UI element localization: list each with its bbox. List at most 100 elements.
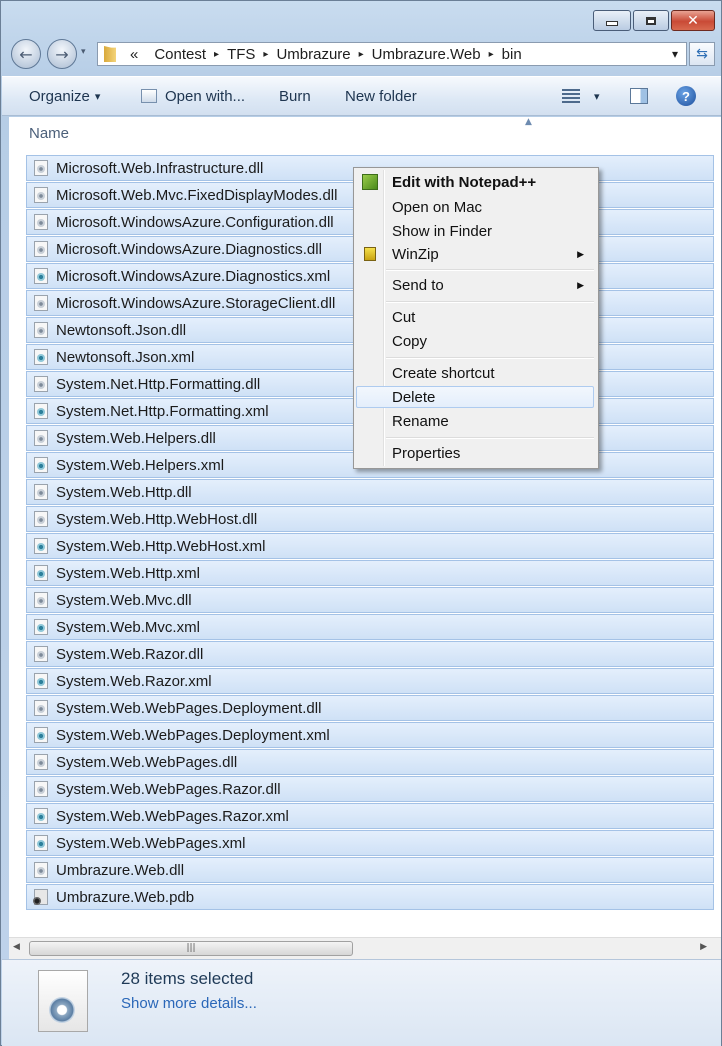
menu-separator: [386, 357, 594, 359]
recent-pages-dropdown[interactable]: ▾: [81, 47, 86, 57]
dll-file-icon: [34, 187, 48, 203]
forward-arrow-icon: →: [55, 44, 69, 64]
file-name: System.Web.WebPages.Razor.xml: [56, 807, 289, 825]
file-row[interactable]: System.Web.WebPages.Deployment.dll: [26, 695, 714, 721]
close-button[interactable]: ✕: [671, 10, 715, 31]
breadcrumb-umbrazure-web[interactable]: Umbrazure.Web: [364, 46, 489, 63]
open-with-button[interactable]: Open with...: [141, 77, 245, 115]
menu-item-properties[interactable]: Properties: [356, 442, 594, 464]
menu-item-send-to[interactable]: Send to ▶: [356, 274, 594, 296]
column-header-name[interactable]: Name: [29, 125, 69, 142]
file-name: System.Web.Mvc.dll: [56, 591, 192, 609]
menu-item-create-shortcut[interactable]: Create shortcut: [356, 362, 594, 384]
file-row[interactable]: System.Web.Mvc.xml: [26, 614, 714, 640]
forward-button[interactable]: →: [47, 39, 77, 69]
preview-pane-button[interactable]: [630, 77, 648, 115]
menu-item-show-in-finder[interactable]: Show in Finder: [356, 220, 594, 242]
file-name: Microsoft.Web.Infrastructure.dll: [56, 159, 264, 177]
file-row[interactable]: Umbrazure.Web.dll: [26, 857, 714, 883]
maximize-button[interactable]: [633, 10, 669, 31]
menu-item-label: Cut: [392, 308, 416, 326]
file-row[interactable]: System.Web.Mvc.dll: [26, 587, 714, 613]
xml-file-icon: [34, 673, 48, 689]
refresh-icon: ⇆: [696, 46, 708, 62]
xml-file-icon: [34, 457, 48, 473]
menu-item-label: Show in Finder: [392, 222, 493, 240]
menu-item-label: Send to: [392, 276, 444, 294]
menu-item-edit-with-notepad[interactable]: Edit with Notepad++: [356, 171, 594, 193]
chevron-down-icon: ▾: [94, 90, 101, 103]
scroll-left-icon[interactable]: ◀: [13, 942, 20, 952]
menu-item-winzip[interactable]: WinZip ▶: [356, 243, 594, 265]
dll-file-icon: [34, 484, 48, 500]
file-name: Microsoft.WindowsAzure.Configuration.dll: [56, 213, 334, 231]
menu-item-label: Properties: [392, 444, 461, 462]
context-menu: Edit with Notepad++ Open on Mac Show in …: [353, 167, 599, 469]
file-name: Newtonsoft.Json.dll: [56, 321, 187, 339]
xml-file-icon: [34, 565, 48, 581]
help-button[interactable]: ?: [676, 77, 696, 115]
file-row[interactable]: System.Web.Http.dll: [26, 479, 714, 505]
file-row[interactable]: System.Web.Razor.dll: [26, 641, 714, 667]
dll-file-icon: [34, 376, 48, 392]
menu-item-label: Create shortcut: [392, 364, 495, 382]
open-with-label: Open with...: [165, 87, 246, 105]
notepad-plus-plus-icon: [362, 174, 378, 190]
file-row[interactable]: System.Web.WebPages.Razor.xml: [26, 803, 714, 829]
sort-indicator-icon: ▲: [525, 117, 532, 127]
file-row[interactable]: System.Web.WebPages.Razor.dll: [26, 776, 714, 802]
menu-item-open-on-mac[interactable]: Open on Mac: [356, 196, 594, 218]
menu-item-cut[interactable]: Cut: [356, 306, 594, 328]
file-row[interactable]: System.Web.Http.xml: [26, 560, 714, 586]
submenu-arrow-icon: ▶: [577, 248, 584, 259]
scroll-right-icon[interactable]: ▶: [700, 942, 707, 952]
new-folder-label: New folder: [345, 87, 417, 105]
menu-item-copy[interactable]: Copy: [356, 330, 594, 352]
file-row[interactable]: System.Web.WebPages.Deployment.xml: [26, 722, 714, 748]
file-name: System.Net.Http.Formatting.xml: [56, 402, 269, 420]
menu-item-label: WinZip: [392, 245, 439, 263]
close-icon: ✕: [687, 12, 699, 29]
file-row[interactable]: System.Web.Http.WebHost.xml: [26, 533, 714, 559]
breadcrumb-umbrazure[interactable]: Umbrazure: [268, 46, 358, 63]
dll-file-icon: [34, 295, 48, 311]
dll-file-icon: [34, 700, 48, 716]
menu-separator: [386, 269, 594, 271]
dll-file-icon: [34, 511, 48, 527]
back-button[interactable]: ←: [11, 39, 41, 69]
dll-file-icon: [34, 430, 48, 446]
breadcrumb-contest[interactable]: Contest: [146, 46, 214, 63]
view-options-dropdown[interactable]: ▾: [594, 77, 600, 115]
address-bar[interactable]: « Contest ▸ TFS ▸ Umbrazure ▸ Umbrazure.…: [97, 42, 687, 66]
file-row[interactable]: System.Web.WebPages.xml: [26, 830, 714, 856]
grip-icon: |||: [186, 943, 196, 953]
dll-file-icon: [34, 862, 48, 878]
file-name: System.Web.Razor.xml: [56, 672, 212, 690]
menu-item-delete[interactable]: Delete: [356, 386, 594, 408]
file-row[interactable]: System.Web.Razor.xml: [26, 668, 714, 694]
file-name: System.Web.Http.WebHost.dll: [56, 510, 258, 528]
address-dropdown-icon[interactable]: ▾: [672, 47, 678, 61]
horizontal-scrollbar[interactable]: ◀ ||| ▶: [9, 937, 721, 960]
address-overflow[interactable]: «: [116, 46, 146, 63]
refresh-button[interactable]: ⇆: [689, 42, 715, 66]
scrollbar-thumb[interactable]: |||: [29, 941, 353, 956]
menu-separator: [386, 301, 594, 303]
file-name: Microsoft.WindowsAzure.Diagnostics.xml: [56, 267, 331, 285]
dll-file-icon: [34, 592, 48, 608]
menu-item-rename[interactable]: Rename: [356, 410, 594, 432]
file-row[interactable]: System.Web.Http.WebHost.dll: [26, 506, 714, 532]
show-more-details-link[interactable]: Show more details...: [121, 995, 257, 1012]
dll-file-icon: [34, 646, 48, 662]
breadcrumb-tfs[interactable]: TFS: [219, 46, 263, 63]
minimize-button[interactable]: [593, 10, 631, 31]
new-folder-button[interactable]: New folder: [345, 77, 417, 115]
breadcrumb-bin[interactable]: bin: [494, 46, 530, 63]
change-view-button[interactable]: [562, 77, 580, 115]
folder-icon: [104, 46, 116, 62]
file-row[interactable]: System.Web.WebPages.dll: [26, 749, 714, 775]
organize-button[interactable]: Organize ▾: [29, 77, 100, 115]
burn-button[interactable]: Burn: [279, 77, 311, 115]
submenu-arrow-icon: ▶: [577, 279, 584, 290]
file-row[interactable]: Umbrazure.Web.pdb: [26, 884, 714, 910]
